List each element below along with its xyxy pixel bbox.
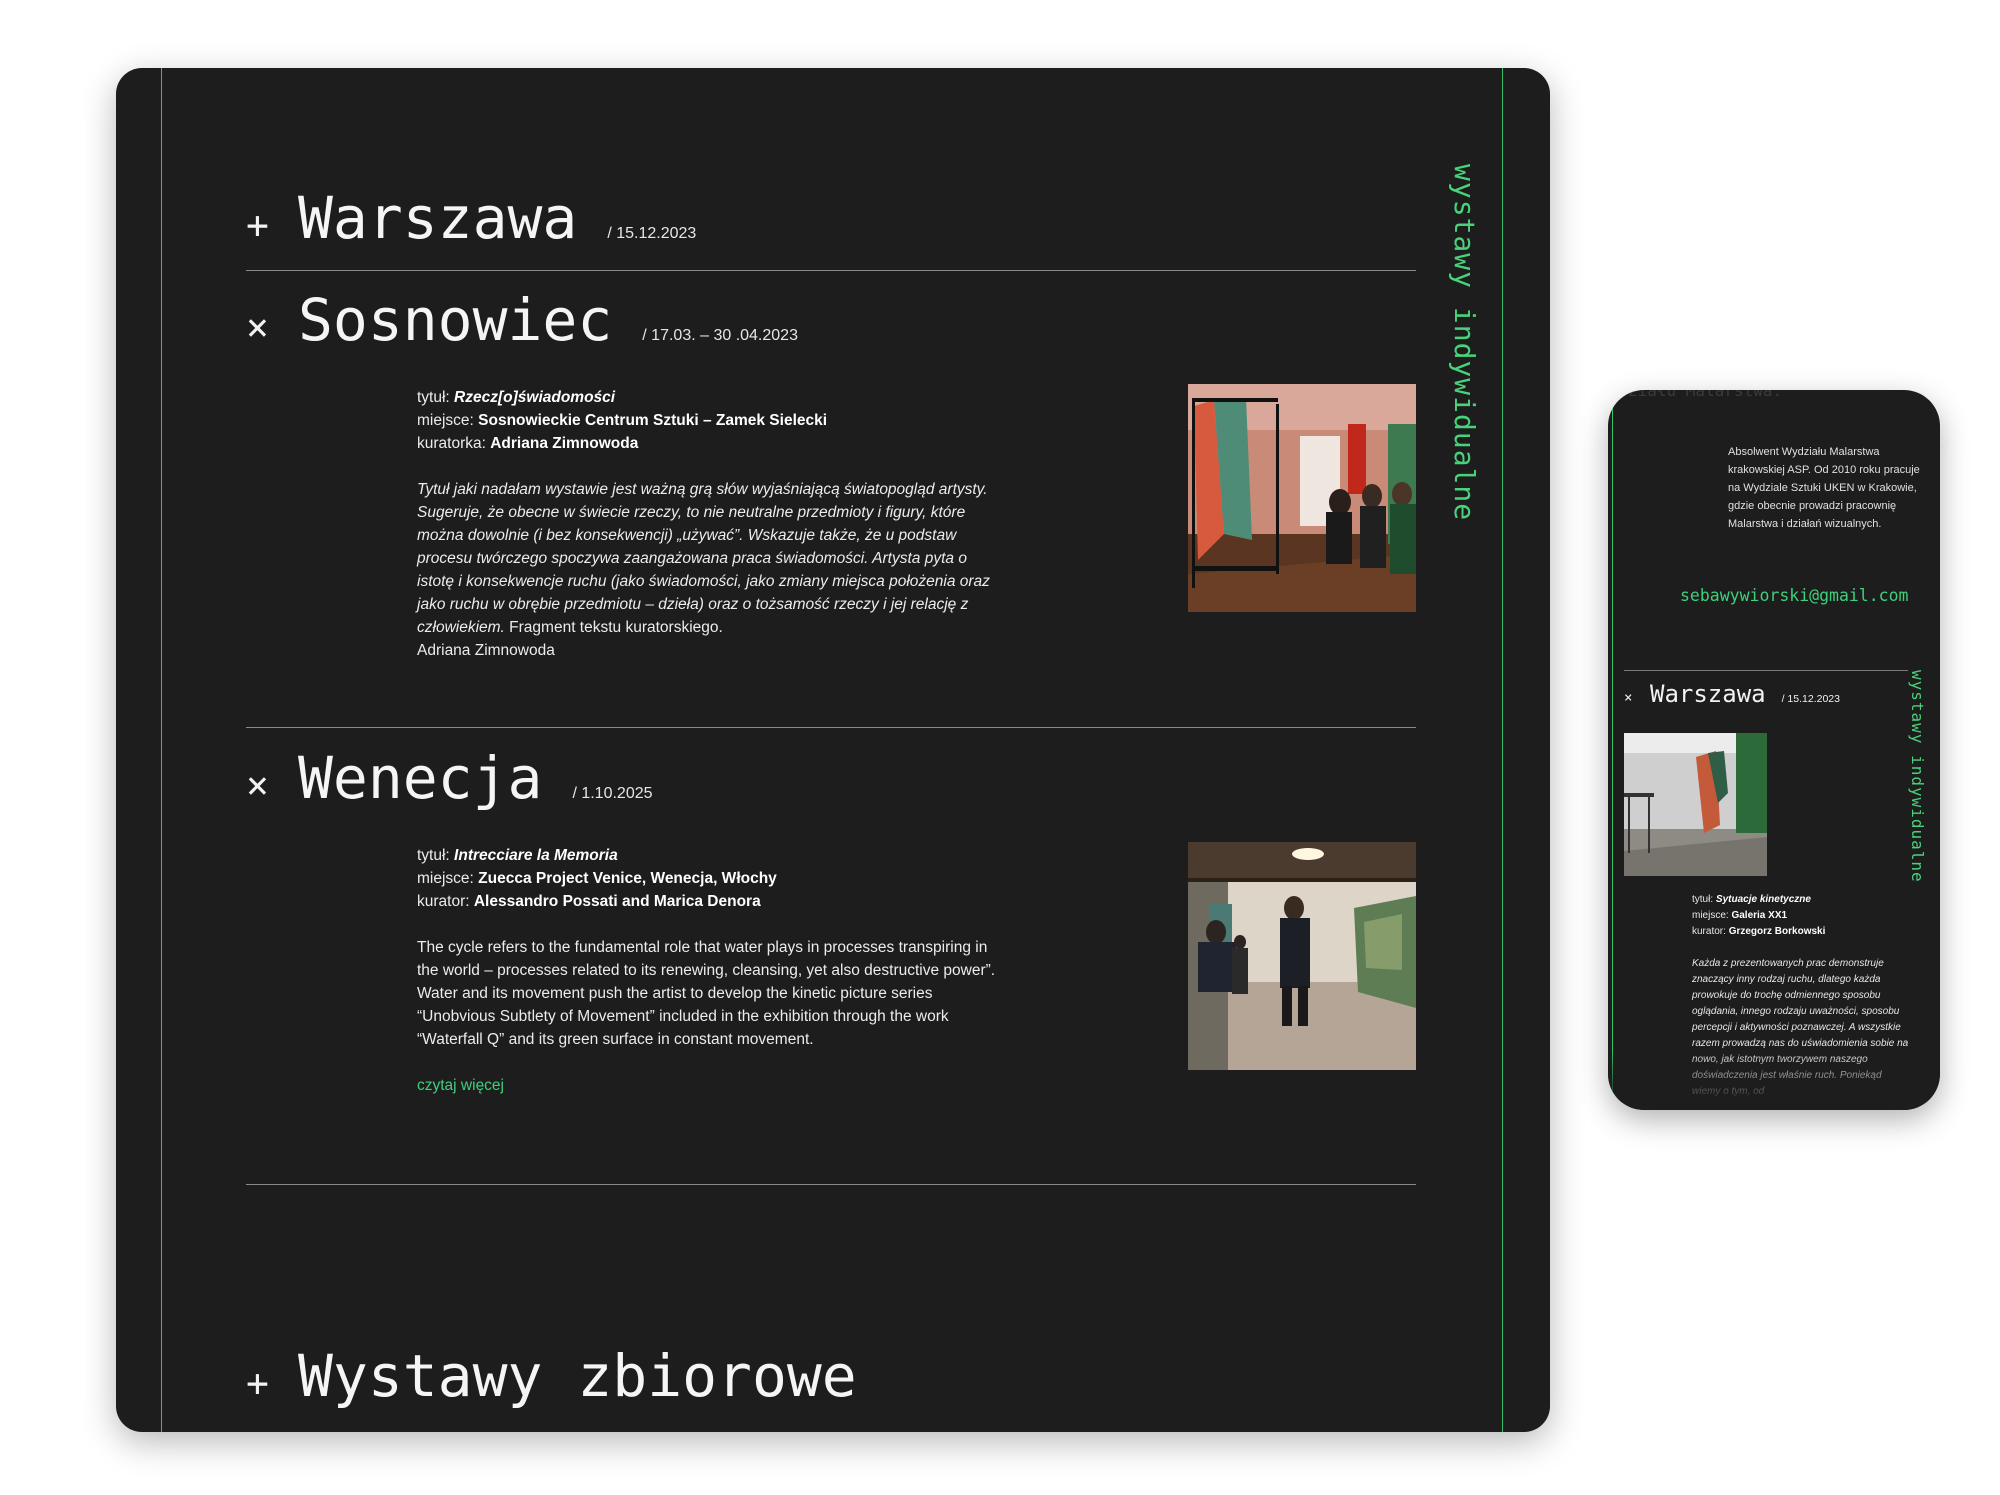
scrolled-text-fragment: ziału Malarstwa. <box>1628 390 1783 400</box>
left-guide-line <box>161 68 162 1432</box>
exhibition-info-wenecja: tytuł: Intrecciare la Memoria miejsce: Z… <box>417 844 997 1097</box>
exhibition-description: The cycle refers to the fundamental role… <box>417 939 996 1048</box>
exhibition-photo-sosnowiec <box>1188 384 1416 612</box>
exhibition-info-sosnowiec: tytuł: Rzecz[o]świadomości miejsce: Sosn… <box>417 386 997 662</box>
section-date: / 17.03. – 30 .04.2023 <box>642 327 798 344</box>
artist-bio: Absolwent Wydziału Malarstwa krakowskiej… <box>1728 446 1920 530</box>
desktop-mockup: wystawy indywidualne + Warszawa / 15.12.… <box>116 68 1550 1432</box>
section-sosnowiec-header[interactable]: × Sosnowiec / 17.03. – 30 .04.2023 <box>246 286 798 354</box>
read-more-link[interactable]: czytaj więcej <box>417 1074 997 1097</box>
section-warszawa-header[interactable]: + Warszawa / 15.12.2023 <box>246 184 696 252</box>
section-title: Wystawy zbiorowe <box>298 1342 857 1410</box>
left-guide-line <box>1612 390 1613 1110</box>
exhibition-description: Tytuł jaki nadałam wystawie jest ważną g… <box>417 481 990 659</box>
exhibition-title: Intrecciare la Memoria <box>454 847 618 864</box>
section-title: Wenecja <box>298 744 543 812</box>
section-date: / 15.12.2023 <box>607 225 697 242</box>
exhibition-place: Zuecca Project Venice, Wenecja, Włochy <box>478 870 777 887</box>
mobile-mockup: ziału Malarstwa. Absolwent Wydziału Mala… <box>1608 390 1940 1110</box>
side-label: wystawy indywidualne <box>1908 670 1927 883</box>
expand-icon[interactable]: + <box>246 203 298 247</box>
section-title: Sosnowiec <box>298 286 613 354</box>
email-link[interactable]: sebawywiorski@gmail.com <box>1680 586 1908 605</box>
exhibition-curator: Adriana Zimnowoda <box>490 435 639 452</box>
exhibition-title: Rzecz[o]świadomości <box>454 389 616 406</box>
divider <box>246 1184 1416 1185</box>
exhibition-photo-warszawa <box>1624 733 1767 876</box>
expand-icon[interactable]: + <box>246 1361 298 1405</box>
close-icon[interactable]: × <box>246 763 298 807</box>
section-date: / 15.12.2023 <box>1781 693 1840 705</box>
exhibition-curator: Grzegorz Borkowski <box>1728 926 1826 937</box>
section-date: / 1.10.2025 <box>572 785 653 802</box>
exhibition-curator: Alessandro Possati and Marica Denora <box>473 893 761 910</box>
side-label: wystawy indywidualne <box>1448 164 1481 522</box>
close-icon[interactable]: × <box>246 305 298 349</box>
exhibition-photo-wenecja <box>1188 842 1416 1070</box>
section-warszawa-header[interactable]: × Warszawa / 15.12.2023 <box>1624 680 1840 708</box>
exhibition-place: Galeria XX1 <box>1731 910 1788 921</box>
section-wenecja-header[interactable]: × Wenecja / 1.10.2025 <box>246 744 653 812</box>
exhibition-title: Sytuacje kinetyczne <box>1715 894 1811 905</box>
bottom-fade <box>1608 1050 1940 1110</box>
divider <box>1624 670 1908 671</box>
section-title: Warszawa <box>298 184 578 252</box>
exhibition-place: Sosnowieckie Centrum Sztuki – Zamek Siel… <box>478 412 828 429</box>
divider <box>246 727 1416 728</box>
close-icon[interactable]: × <box>1624 690 1650 706</box>
divider <box>246 270 1416 271</box>
section-title: Warszawa <box>1650 680 1766 708</box>
right-guide-line <box>1502 68 1503 1432</box>
section-group-exhibitions-header[interactable]: + Wystawy zbiorowe <box>246 1342 857 1410</box>
